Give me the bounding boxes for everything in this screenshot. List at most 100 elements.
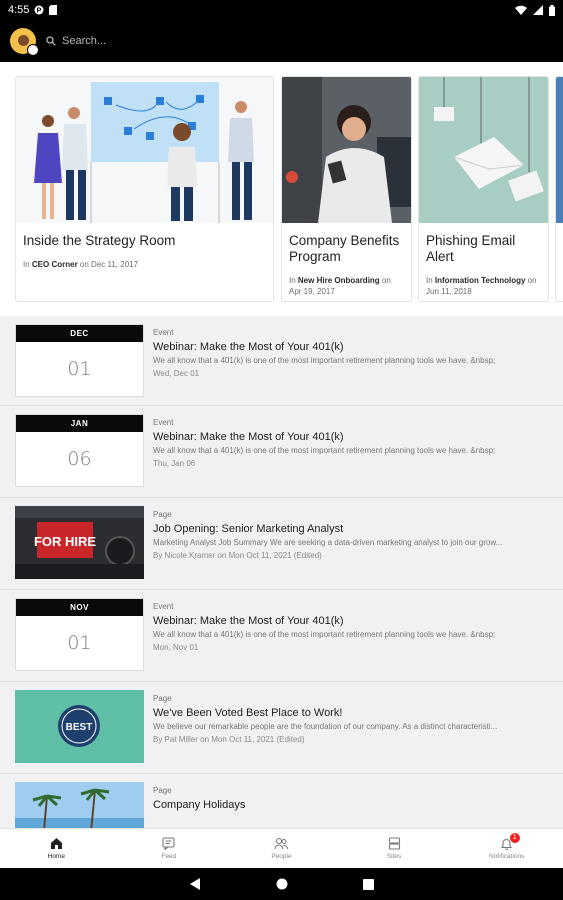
event-month: JAN	[16, 415, 143, 432]
feed-item-date: Wed, Dec 01	[153, 369, 200, 378]
featured-card[interactable]: Inside the Strategy Room In CEO Corner o…	[15, 76, 274, 302]
home-circle-icon[interactable]	[276, 878, 288, 890]
card-category-link[interactable]: New Hire Onboarding	[298, 276, 380, 285]
recents-icon[interactable]	[362, 878, 374, 890]
card-category-link[interactable]: CEO Corner	[32, 260, 78, 269]
avatar-face	[17, 34, 29, 46]
peek-card-image	[556, 77, 563, 223]
feed-item-type: Page	[153, 510, 172, 519]
feed-item[interactable]: DEC 01 Event Webinar: Make the Most of Y…	[0, 316, 563, 406]
phishing-image	[419, 77, 548, 223]
feed-item-date: Mon, Nov 01	[153, 643, 199, 652]
featured-card[interactable]: Company Benefits Program In New Hire Onb…	[281, 76, 412, 302]
event-day: 01	[67, 358, 92, 380]
nav-feed[interactable]: Feed	[113, 829, 226, 868]
home-content[interactable]: Inside the Strategy Room In CEO Corner o…	[0, 62, 563, 828]
wifi-icon	[515, 5, 527, 15]
event-date-badge: DEC 01	[15, 324, 144, 397]
nav-label: Feed	[161, 853, 177, 860]
feed-item[interactable]: NOV 01 Event Webinar: Make the Most of Y…	[0, 590, 563, 682]
bottom-navigation: Home Feed People Sites 1 Notifications	[0, 828, 563, 868]
feed-item[interactable]: Page Company Holidays	[0, 774, 563, 828]
status-bar: 4:55 P	[0, 0, 563, 20]
app-bar: Search...	[0, 20, 563, 62]
event-month: DEC	[16, 325, 143, 342]
featured-carousel[interactable]: Inside the Strategy Room In CEO Corner o…	[0, 62, 563, 316]
card-date: on Dec 11, 2017	[77, 260, 139, 269]
nav-label: Notifications	[488, 853, 525, 860]
search-bar[interactable]: Search...	[46, 35, 106, 47]
card-title[interactable]: Phishing Email Alert	[419, 223, 548, 265]
feed-item-description: We all know that a 401(k) is one of the …	[153, 356, 496, 365]
feed-item-description: We all know that a 401(k) is one of the …	[153, 630, 496, 639]
feed-item[interactable]: BEST Page We've Been Voted Best Place to…	[0, 682, 563, 774]
feed-item-title[interactable]: Webinar: Make the Most of Your 401(k)	[153, 615, 551, 627]
card-title[interactable]: Inside the Strategy Room	[16, 223, 273, 249]
feed-icon	[162, 837, 175, 850]
nav-label: Home	[47, 853, 65, 860]
search-icon	[46, 36, 56, 46]
card-meta: In CEO Corner on Dec 11, 2017	[16, 249, 273, 270]
card-meta-prefix: In	[426, 276, 435, 285]
feed-item-title[interactable]: We've Been Voted Best Place to Work!	[153, 707, 551, 719]
feed-item-type: Page	[153, 786, 172, 795]
strategy-room-image	[16, 77, 273, 223]
feed-item-title[interactable]: Job Opening: Senior Marketing Analyst	[153, 523, 551, 535]
nav-notifications[interactable]: 1 Notifications	[450, 829, 563, 868]
card-meta: In New Hire Onboarding on Apr 19, 2017	[282, 265, 411, 297]
feed-item-author: By Nicole Kramer on Mon Oct 11, 2021 (Ed…	[153, 551, 322, 560]
feed-item-type: Event	[153, 418, 174, 427]
nav-label: People	[271, 853, 292, 860]
system-navigation-bar	[0, 868, 563, 900]
user-avatar[interactable]	[10, 28, 39, 56]
event-day: 06	[67, 448, 92, 470]
avatar-status-badge	[27, 44, 39, 56]
event-day: 01	[67, 632, 92, 654]
featured-card-peek[interactable]	[555, 76, 563, 302]
signal-icon	[533, 5, 543, 15]
back-icon[interactable]	[189, 878, 201, 890]
feed-item-type: Event	[153, 328, 174, 337]
feed-item-date: Thu, Jan 06	[153, 459, 196, 468]
feed-item-title[interactable]: Company Holidays	[153, 799, 551, 811]
featured-card[interactable]: Phishing Email Alert In Information Tech…	[418, 76, 549, 302]
status-time: 4:55	[8, 4, 30, 16]
feed-item-author: By Pat Miller on Mon Oct 11, 2021 (Edite…	[153, 735, 305, 744]
best-place-image: BEST	[15, 690, 144, 763]
app-notification-icon: P	[34, 5, 44, 15]
card-category-link[interactable]: Information Technology	[435, 276, 526, 285]
home-icon	[50, 838, 62, 849]
people-icon	[274, 837, 289, 850]
feed-item-type: Event	[153, 602, 174, 611]
svg-text:P: P	[37, 8, 42, 15]
sites-icon	[388, 837, 400, 850]
benefits-image	[282, 77, 411, 223]
nav-label: Sites	[386, 853, 402, 860]
for-hire-sign-text: FOR HIRE	[34, 534, 96, 549]
feed-item-title[interactable]: Webinar: Make the Most of Your 401(k)	[153, 341, 551, 353]
search-input[interactable]: Search...	[62, 35, 106, 47]
sd-card-icon	[49, 5, 58, 15]
nav-sites[interactable]: Sites	[338, 829, 451, 868]
holidays-image	[15, 782, 144, 828]
feed-item[interactable]: JAN 06 Event Webinar: Make the Most of Y…	[0, 406, 563, 498]
nav-people[interactable]: People	[225, 829, 338, 868]
feed-item-description: Marketing Analyst Job Summary We are see…	[153, 538, 503, 547]
card-meta: In Information Technology on Jun 11, 201…	[419, 265, 548, 297]
feed-item-type: Page	[153, 694, 172, 703]
feed-item-description: We all know that a 401(k) is one of the …	[153, 446, 496, 455]
event-date-badge: NOV 01	[15, 598, 144, 671]
card-meta-prefix: In	[289, 276, 298, 285]
feed-item-title[interactable]: Webinar: Make the Most of Your 401(k)	[153, 431, 551, 443]
for-hire-image: FOR HIRE	[15, 506, 144, 579]
notification-count-badge: 1	[509, 833, 520, 843]
activity-feed: DEC 01 Event Webinar: Make the Most of Y…	[0, 316, 563, 828]
event-month: NOV	[16, 599, 143, 616]
card-title[interactable]: Company Benefits Program	[282, 223, 411, 265]
nav-home[interactable]: Home	[0, 829, 113, 868]
battery-icon	[549, 4, 555, 16]
feed-item-description: We believe our remarkable people are the…	[153, 722, 498, 731]
event-date-badge: JAN 06	[15, 414, 144, 487]
best-badge-text: BEST	[66, 722, 93, 733]
feed-item[interactable]: FOR HIRE Page Job Opening: Senior Market…	[0, 498, 563, 590]
